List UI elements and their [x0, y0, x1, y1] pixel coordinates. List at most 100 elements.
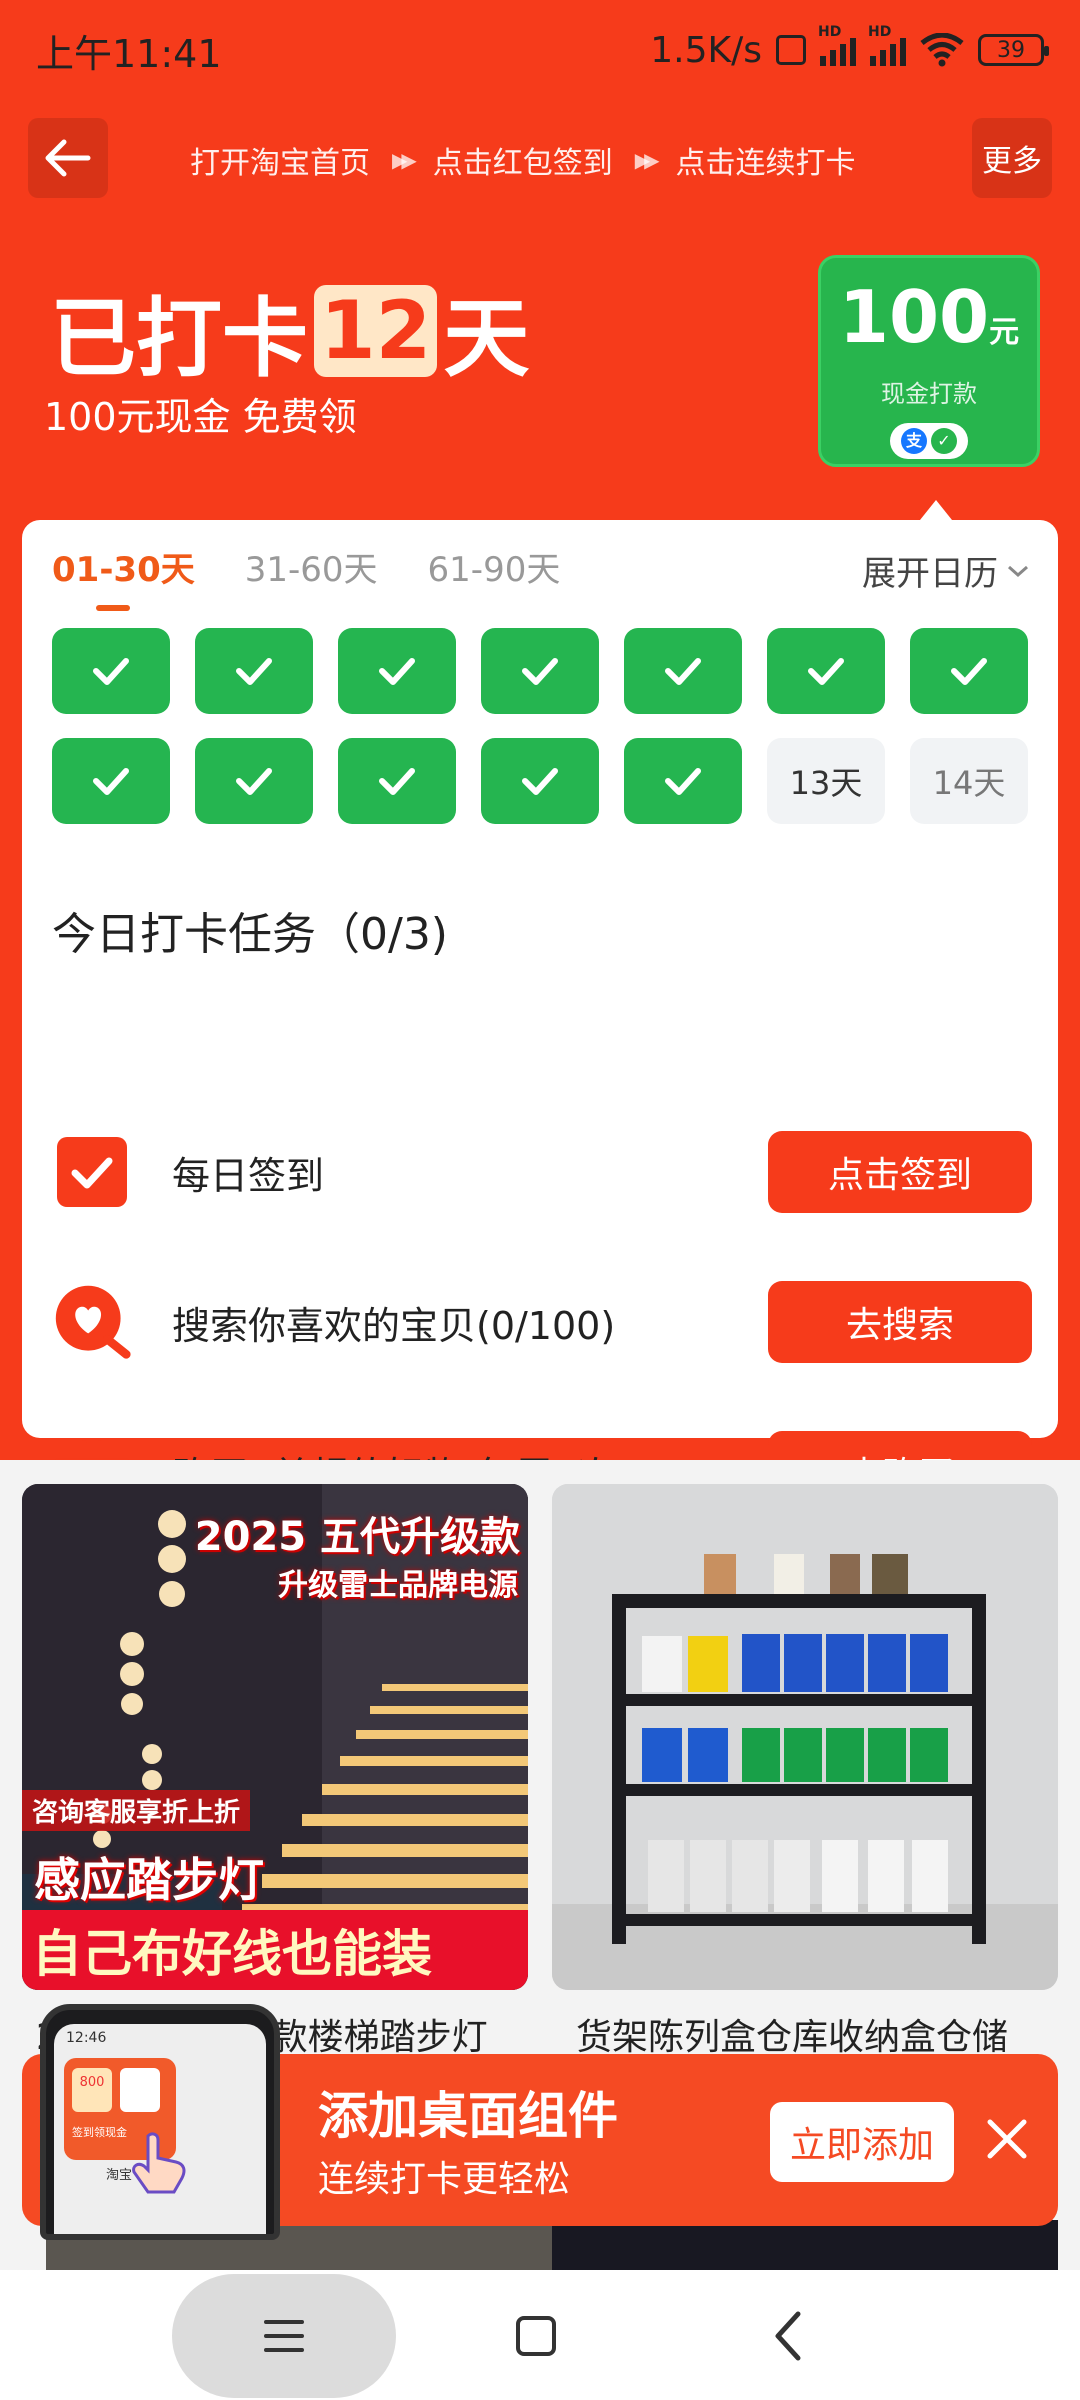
double-arrow-icon: ▶▶: [634, 148, 660, 172]
nfc-icon: [776, 35, 806, 65]
day-cell-completed: [910, 628, 1028, 714]
day-grid: 13天 14天: [52, 628, 1030, 824]
mini-caption: 签到领现金: [72, 2126, 127, 2139]
search-button[interactable]: 去搜索: [768, 1281, 1032, 1363]
overlay-bottom: 自己布好线也能装: [22, 1910, 528, 1990]
day-cell-upcoming: 13天: [767, 738, 885, 824]
mini-amount-badge: 800: [72, 2068, 112, 2112]
more-button[interactable]: 更多: [972, 118, 1052, 198]
checkin-suffix: 天: [443, 289, 530, 389]
mini-amount: 800: [79, 2075, 105, 2090]
check-icon: [522, 658, 558, 685]
cash-reward-card[interactable]: 100元 现金打款 支 ✓: [818, 255, 1040, 467]
product-image-stair-light[interactable]: 2025 五代升级款 升级雷士品牌电源 咨询客服享折上折 感应踏步灯 自己布好线…: [22, 1484, 528, 1990]
pointing-hand-icon: [132, 2132, 186, 2194]
tab-31-60[interactable]: 31-60天: [245, 542, 378, 611]
card-pointer: [920, 500, 952, 520]
checkbox-icon: [52, 1132, 132, 1212]
check-icon: [808, 658, 844, 685]
mini-badge: [120, 2068, 160, 2112]
day-cell-completed: [52, 738, 170, 824]
cash-unit: 元: [989, 315, 1020, 350]
guide-step-3: 点击连续打卡: [675, 146, 856, 181]
day-cell-completed: [195, 738, 313, 824]
day-cell-completed: [52, 628, 170, 714]
check-icon: [236, 768, 272, 795]
product-image-shelf[interactable]: [552, 1484, 1058, 1990]
status-bar: 上午11:41 1.5K/s HD HD 39: [0, 0, 1080, 100]
double-arrow-icon: ▶▶: [392, 148, 417, 172]
period-tabs: 01-30天 31-60天 61-90天: [52, 542, 560, 611]
menu-icon: [264, 2320, 304, 2352]
status-time: 上午11:41: [36, 31, 222, 76]
banner-title: 添加桌面组件: [318, 2087, 618, 2145]
signal-icon-2: HD: [868, 24, 906, 66]
chevron-down-icon: [1008, 565, 1028, 577]
check-icon: [522, 768, 558, 795]
day-cell-completed: [338, 738, 456, 824]
check-icon: [951, 658, 987, 685]
day-cell-upcoming: 14天: [910, 738, 1028, 824]
checkin-card: 01-30天 31-60天 61-90天 展开日历 13天 14天 今日打卡任务（…: [22, 520, 1058, 1513]
banner-subtitle: 连续打卡更轻松: [318, 2159, 571, 2200]
guide-steps: 打开淘宝首页 ▶▶ 点击红包签到 ▶▶ 点击连续打卡: [190, 130, 856, 190]
mini-time: 12:46: [66, 2030, 107, 2046]
shelf-image: [552, 1484, 1058, 1990]
back-button[interactable]: [28, 118, 108, 198]
wifi-icon: [920, 33, 964, 67]
signal-icon: HD: [818, 24, 856, 66]
checkin-title: 已打卡 12 天: [50, 268, 529, 393]
cash-amount-value: 100: [838, 275, 990, 359]
product-image-strip: [552, 2220, 1058, 2270]
check-icon: [665, 768, 701, 795]
day-cell-completed: [195, 628, 313, 714]
day-cell-completed: [767, 628, 885, 714]
checkin-prefix: 已打卡: [50, 289, 308, 389]
task-label: 搜索你喜欢的宝贝(0/100): [172, 1303, 616, 1348]
phone-illustration: 12:46 800 签到领现金 淘宝: [40, 2004, 280, 2240]
expand-calendar-label: 展开日历: [862, 554, 998, 594]
search-heart-icon: [52, 1282, 132, 1362]
check-icon: [379, 768, 415, 795]
cash-label: 现金打款: [881, 380, 977, 408]
task-label: 每日签到: [172, 1153, 325, 1198]
check-icon: [236, 658, 272, 685]
overlay-main: 感应踏步灯: [34, 1853, 264, 1907]
guide-step-2: 点击红包签到: [432, 146, 613, 181]
recent-apps-button[interactable]: [172, 2274, 396, 2398]
network-speed: 1.5K/s: [650, 29, 762, 71]
day-cell-completed: [624, 738, 742, 824]
cash-amount: 100元: [821, 278, 1037, 372]
check-icon: [93, 658, 129, 685]
signin-button[interactable]: 点击签到: [768, 1131, 1032, 1213]
close-icon[interactable]: [982, 2114, 1032, 2164]
expand-calendar-button[interactable]: 展开日历: [862, 546, 1030, 595]
wechat-pay-icon: ✓: [931, 428, 957, 454]
check-icon: [379, 658, 415, 685]
tab-61-90[interactable]: 61-90天: [428, 542, 561, 611]
check-icon: [93, 768, 129, 795]
checkin-subtitle: 100元现金 免费领: [44, 395, 357, 439]
overlay-subheadline: 升级雷士品牌电源: [278, 1568, 518, 1603]
overlay-headline: 2025 五代升级款: [194, 1514, 520, 1560]
back-nav-icon[interactable]: [768, 2308, 808, 2364]
status-icons: 1.5K/s HD HD 39: [650, 24, 1049, 71]
alipay-icon: 支: [901, 428, 927, 454]
checkin-day-count: 12: [314, 284, 438, 377]
task-search: 搜索你喜欢的宝贝(0/100) 去搜索: [52, 1280, 1032, 1364]
battery-icon: 39: [978, 34, 1049, 66]
phone-screen: 12:46 800 签到领现金 淘宝: [54, 2024, 266, 2234]
check-icon: [665, 658, 701, 685]
tab-01-30[interactable]: 01-30天: [52, 542, 195, 611]
home-button[interactable]: [516, 2316, 556, 2356]
payment-badge: 支 ✓: [890, 423, 968, 459]
task-section-title: 今日打卡任务（0/3): [52, 909, 448, 960]
day-cell-completed: [624, 628, 742, 714]
task-daily-signin: 每日签到 点击签到: [52, 1130, 1032, 1214]
add-widget-button[interactable]: 立即添加: [770, 2102, 954, 2182]
guide-step-1: 打开淘宝首页: [190, 146, 370, 181]
overlay-tag: 咨询客服享折上折: [22, 1790, 251, 1831]
day-cell-completed: [481, 738, 599, 824]
day-cell-completed: [481, 628, 599, 714]
product-title[interactable]: 货架陈列盒仓库收纳盒仓储: [576, 2008, 1080, 2060]
